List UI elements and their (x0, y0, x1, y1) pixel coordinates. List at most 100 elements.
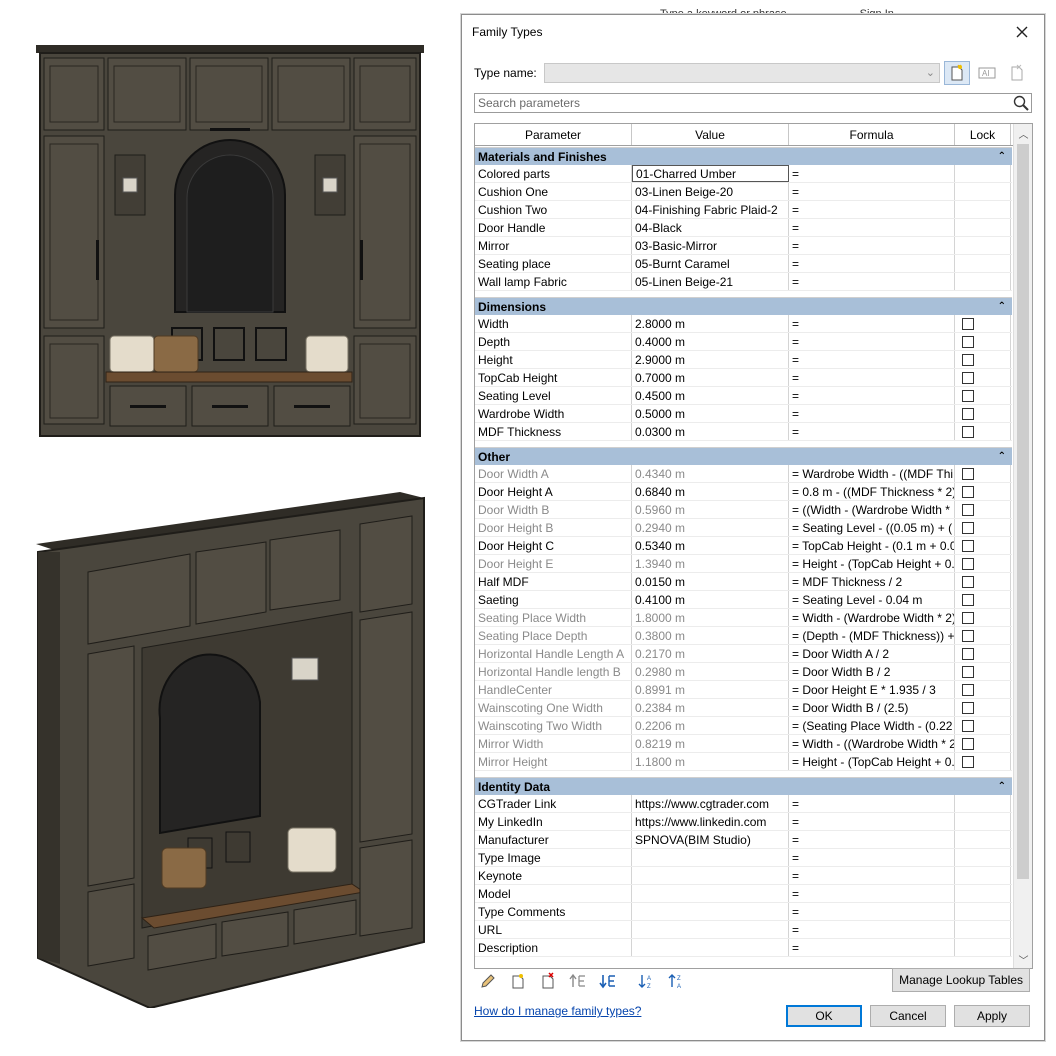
table-row[interactable]: Cushion Two 04-Finishing Fabric Plaid-2 = (475, 201, 1012, 219)
parameter-formula-cell[interactable]: = Door Width B / 2 (789, 663, 955, 680)
table-row[interactable]: Door Height C 0.5340 m = TopCab Height - (… (475, 537, 1012, 555)
lock-checkbox[interactable] (962, 737, 974, 750)
parameter-name-cell[interactable]: Door Width B (475, 501, 632, 518)
parameter-name-cell[interactable]: Colored parts (475, 165, 632, 182)
sort-ascending-button[interactable]: AZ (634, 970, 658, 992)
parameter-name-cell[interactable]: Horizontal Handle Length A (475, 645, 632, 662)
lock-checkbox[interactable] (962, 503, 974, 516)
parameter-name-cell[interactable]: Mirror Width (475, 735, 632, 752)
table-row[interactable]: Colored parts 01-Charred Umber = (475, 165, 1012, 183)
group-header[interactable]: Other ⌃ (475, 447, 1012, 465)
parameter-name-cell[interactable]: Cushion One (475, 183, 632, 200)
parameter-name-cell[interactable]: Door Height B (475, 519, 632, 536)
parameter-value-cell[interactable]: 0.4100 m (632, 591, 789, 608)
parameter-formula-cell[interactable]: = (789, 921, 955, 938)
parameter-value-cell[interactable]: 01-Charred Umber (632, 165, 789, 182)
parameter-name-cell[interactable]: Door Width A (475, 465, 632, 482)
table-row[interactable]: Seating Level 0.4500 m = (475, 387, 1012, 405)
lock-checkbox[interactable] (962, 629, 974, 642)
lock-checkbox[interactable] (962, 353, 974, 366)
parameter-value-cell[interactable]: 0.2170 m (632, 645, 789, 662)
parameter-name-cell[interactable]: URL (475, 921, 632, 938)
table-row[interactable]: Seating Place Depth 0.3800 m = (Depth - (M… (475, 627, 1012, 645)
parameter-value-cell[interactable] (632, 921, 789, 938)
parameter-formula-cell[interactable]: = Door Height E * 1.935 / 3 (789, 681, 955, 698)
lock-checkbox[interactable] (962, 665, 974, 678)
parameter-value-cell[interactable]: 0.5960 m (632, 501, 789, 518)
parameter-value-cell[interactable] (632, 885, 789, 902)
table-row[interactable]: Door Height E 1.3940 m = Height - (TopCab … (475, 555, 1012, 573)
table-row[interactable]: URL = (475, 921, 1012, 939)
table-row[interactable]: Mirror 03-Basic-Mirror = (475, 237, 1012, 255)
table-row[interactable]: MDF Thickness 0.0300 m = (475, 423, 1012, 441)
parameter-formula-cell[interactable]: = Width - (Wardrobe Width * 2) (789, 609, 955, 626)
lock-checkbox[interactable] (962, 683, 974, 696)
parameter-formula-cell[interactable]: = (789, 813, 955, 830)
lock-checkbox[interactable] (962, 485, 974, 498)
table-row[interactable]: Description = (475, 939, 1012, 957)
parameter-name-cell[interactable]: Half MDF (475, 573, 632, 590)
table-row[interactable]: Door Width A 0.4340 m = Wardrobe Width - (… (475, 465, 1012, 483)
parameter-name-cell[interactable]: Wainscoting One Width (475, 699, 632, 716)
parameter-formula-cell[interactable]: = (789, 315, 955, 332)
parameter-name-cell[interactable]: HandleCenter (475, 681, 632, 698)
table-row[interactable]: Door Handle 04-Black = (475, 219, 1012, 237)
table-row[interactable]: Seating place 05-Burnt Caramel = (475, 255, 1012, 273)
parameter-value-cell[interactable]: 0.6840 m (632, 483, 789, 500)
table-row[interactable]: Half MDF 0.0150 m = MDF Thickness / 2 (475, 573, 1012, 591)
parameter-name-cell[interactable]: Type Comments (475, 903, 632, 920)
parameter-value-cell[interactable]: 03-Linen Beige-20 (632, 183, 789, 200)
close-button[interactable] (1010, 20, 1034, 44)
table-row[interactable]: Seating Place Width 1.8000 m = Width - (Wa… (475, 609, 1012, 627)
parameter-name-cell[interactable]: Door Height C (475, 537, 632, 554)
parameter-formula-cell[interactable]: = (789, 405, 955, 422)
parameter-formula-cell[interactable]: = (789, 201, 955, 218)
parameter-formula-cell[interactable]: = Height - (TopCab Height + 0. (789, 753, 955, 770)
parameter-formula-cell[interactable]: = (789, 219, 955, 236)
move-down-button[interactable] (596, 970, 620, 992)
parameter-name-cell[interactable]: Door Handle (475, 219, 632, 236)
parameter-value-cell[interactable]: https://www.cgtrader.com (632, 795, 789, 812)
parameter-value-cell[interactable]: 0.8219 m (632, 735, 789, 752)
lock-checkbox[interactable] (962, 575, 974, 588)
rename-type-button[interactable]: AI (974, 61, 1000, 85)
table-row[interactable]: Horizontal Handle Length A 0.2170 m = Door… (475, 645, 1012, 663)
parameter-name-cell[interactable]: Model (475, 885, 632, 902)
table-row[interactable]: Door Height A 0.6840 m = 0.8 m - ((MDF Thi… (475, 483, 1012, 501)
parameter-name-cell[interactable]: Seating Place Width (475, 609, 632, 626)
table-row[interactable]: Mirror Height 1.1800 m = Height - (TopCab … (475, 753, 1012, 771)
table-row[interactable]: CGTrader Link https://www.cgtrader.com = (475, 795, 1012, 813)
parameter-name-cell[interactable]: Saeting (475, 591, 632, 608)
lock-checkbox[interactable] (962, 467, 974, 480)
lock-checkbox[interactable] (962, 719, 974, 732)
parameter-name-cell[interactable]: Horizontal Handle length B (475, 663, 632, 680)
sort-descending-button[interactable]: ZA (664, 970, 688, 992)
parameter-name-cell[interactable]: Cushion Two (475, 201, 632, 218)
parameter-formula-cell[interactable]: = (789, 849, 955, 866)
group-header[interactable]: Dimensions ⌃ (475, 297, 1012, 315)
new-parameter-button[interactable] (506, 970, 530, 992)
parameter-name-cell[interactable]: Mirror (475, 237, 632, 254)
table-row[interactable]: Door Width B 0.5960 m = ((Width - (Wardrob… (475, 501, 1012, 519)
table-row[interactable]: My LinkedIn https://www.linkedin.com = (475, 813, 1012, 831)
lock-checkbox[interactable] (962, 557, 974, 570)
parameter-name-cell[interactable]: Description (475, 939, 632, 956)
parameter-formula-cell[interactable]: = (789, 183, 955, 200)
lock-checkbox[interactable] (962, 335, 974, 348)
parameter-formula-cell[interactable]: = (789, 351, 955, 368)
parameter-value-cell[interactable]: 0.2206 m (632, 717, 789, 734)
parameter-formula-cell[interactable]: = Width - ((Wardrobe Width * 2 (789, 735, 955, 752)
table-row[interactable]: Horizontal Handle length B 0.2980 m = Door… (475, 663, 1012, 681)
parameter-value-cell[interactable] (632, 849, 789, 866)
parameter-value-cell[interactable] (632, 939, 789, 956)
parameter-formula-cell[interactable]: = Wardrobe Width - ((MDF Thi (789, 465, 955, 482)
collapse-group-icon[interactable]: ⌃ (998, 781, 1006, 792)
scroll-down-arrow-icon[interactable]: ﹀ (1014, 950, 1032, 968)
scroll-up-arrow-icon[interactable]: ︿ (1014, 124, 1032, 142)
parameter-formula-cell[interactable]: = (789, 273, 955, 290)
parameter-formula-cell[interactable]: = (Depth - (MDF Thickness)) + (789, 627, 955, 644)
move-up-button[interactable] (566, 970, 590, 992)
parameter-formula-cell[interactable]: = Seating Level - ((0.05 m) + ( (789, 519, 955, 536)
lock-checkbox[interactable] (962, 755, 974, 768)
parameter-value-cell[interactable]: 0.5340 m (632, 537, 789, 554)
